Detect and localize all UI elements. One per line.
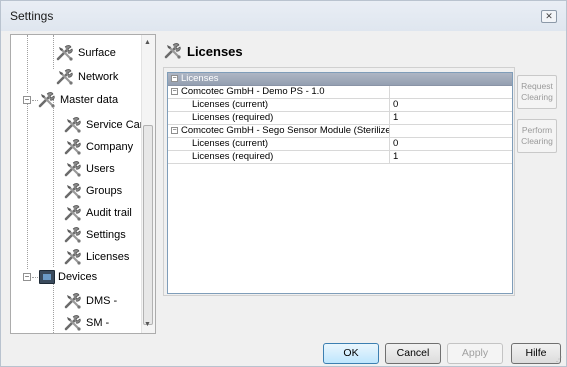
tree-guide-line xyxy=(53,35,54,69)
collapse-devices-icon[interactable]: − xyxy=(23,273,31,281)
tools-icon xyxy=(63,248,83,266)
grid-cell-label: Licenses (current) xyxy=(168,138,390,151)
tree-item-sm[interactable]: SM - xyxy=(63,313,109,333)
grid-cell-value[interactable]: 1 xyxy=(390,112,512,125)
tools-icon xyxy=(63,116,83,134)
grid-cell-value[interactable]: 0 xyxy=(390,138,512,151)
tree-item-service-card[interactable]: Service Card xyxy=(63,115,150,135)
tree-item-label: Master data xyxy=(60,94,119,106)
request-clearing-button[interactable]: Request Clearing xyxy=(517,75,557,109)
licenses-grid[interactable]: − Licenses − Comcotec GmbH - Demo PS - 1.0… xyxy=(167,72,513,294)
tree-scrollbar[interactable]: ▲ ▼ xyxy=(141,35,155,333)
tools-icon xyxy=(55,44,75,62)
tree-item-licenses[interactable]: Licenses xyxy=(63,247,130,267)
grid-row[interactable]: Licenses (current) 0 xyxy=(168,138,512,151)
window-title: Settings xyxy=(10,9,54,23)
tools-icon xyxy=(63,160,83,178)
tools-icon xyxy=(55,68,75,86)
tools-icon xyxy=(63,138,83,156)
ok-button[interactable]: OK xyxy=(323,343,379,364)
tree-item-label: DMS - xyxy=(86,295,118,307)
tools-icon xyxy=(63,226,83,244)
grid-row[interactable]: Licenses (current) 0 xyxy=(168,99,512,112)
tree-item-label: SM - xyxy=(86,317,110,329)
title-bar: Settings ✕ xyxy=(1,1,566,31)
tree-item-label: Audit trail xyxy=(86,207,132,219)
settings-tree[interactable]: Surface Network − Master data Service Ca… xyxy=(10,34,156,334)
tools-icon xyxy=(163,42,183,60)
tools-icon xyxy=(63,204,83,222)
resize-grip-icon[interactable]: ⋰ xyxy=(556,356,564,364)
grid-cell-label: Licenses (current) xyxy=(168,99,390,112)
scroll-down-icon[interactable]: ▼ xyxy=(144,321,151,328)
collapse-icon[interactable]: − xyxy=(171,74,178,82)
tree-item-settings[interactable]: Settings xyxy=(63,225,126,245)
tree-guide-line xyxy=(53,281,54,333)
grid-cell-label: Licenses (required) xyxy=(168,112,390,125)
tree-item-label: Licenses xyxy=(86,251,130,263)
tree-item-label: Devices xyxy=(58,271,98,283)
tree-item-label: Surface xyxy=(78,47,116,59)
apply-button[interactable]: Apply xyxy=(447,343,503,364)
tools-icon xyxy=(37,91,57,109)
collapse-icon[interactable]: − xyxy=(171,126,178,134)
tree-guide-line xyxy=(32,277,38,278)
tree-item-label: Company xyxy=(86,141,134,153)
tools-icon xyxy=(63,314,83,332)
grid-group-label: Comcotec GmbH - Sego Sensor Module (Ster… xyxy=(181,125,389,136)
tools-icon xyxy=(63,182,83,200)
grid-row[interactable]: Licenses (required) 1 xyxy=(168,151,512,164)
close-button[interactable]: ✕ xyxy=(541,10,557,23)
scroll-up-icon[interactable]: ▲ xyxy=(144,39,151,46)
tree-guide-line xyxy=(27,35,28,93)
tree-item-master-data[interactable]: Master data xyxy=(37,90,118,110)
tree-item-dms[interactable]: DMS - xyxy=(63,291,117,311)
grid-group-label: Comcotec GmbH - Demo PS - 1.0 xyxy=(181,86,325,97)
tree-guide-line xyxy=(27,99,28,269)
tree-item-label: Users xyxy=(86,163,115,175)
tree-item-audit-trail[interactable]: Audit trail xyxy=(63,203,132,223)
grid-row[interactable]: Licenses (required) 1 xyxy=(168,112,512,125)
help-button[interactable]: Hilfe xyxy=(511,343,561,364)
tree-item-groups[interactable]: Groups xyxy=(63,181,122,201)
tree-guide-line xyxy=(53,99,54,267)
grid-group-row[interactable]: − Comcotec GmbH - Sego Sensor Module (Ste… xyxy=(168,125,512,138)
tree-item-network[interactable]: Network xyxy=(55,67,118,87)
collapse-master-data-icon[interactable]: − xyxy=(23,96,31,104)
tree-item-label: Groups xyxy=(86,185,123,197)
tree-item-label: Network xyxy=(78,71,119,83)
grid-cell-value xyxy=(390,125,512,138)
grid-header-row: − Licenses xyxy=(168,73,512,86)
collapse-icon[interactable]: − xyxy=(171,87,178,95)
grid-cell-value xyxy=(390,86,512,99)
grid-cell-value[interactable]: 0 xyxy=(390,99,512,112)
grid-group-row[interactable]: − Comcotec GmbH - Demo PS - 1.0 xyxy=(168,86,512,99)
scrollbar-thumb[interactable] xyxy=(143,125,153,325)
tree-item-surface[interactable]: Surface xyxy=(55,43,116,63)
tree-item-devices[interactable]: Devices xyxy=(39,267,97,287)
tree-item-company[interactable]: Company xyxy=(63,137,133,157)
tools-icon xyxy=(63,292,83,310)
panel-header: Licenses xyxy=(163,42,243,60)
monitor-icon xyxy=(39,270,55,284)
tree-item-label: Settings xyxy=(86,229,126,241)
panel-title: Licenses xyxy=(187,43,243,59)
perform-clearing-button[interactable]: Perform Clearing xyxy=(517,119,557,153)
grid-cell-value[interactable]: 1 xyxy=(390,151,512,164)
tree-item-users[interactable]: Users xyxy=(63,159,115,179)
settings-window: Settings ✕ Surface Network − Master data… xyxy=(0,0,567,367)
cancel-button[interactable]: Cancel xyxy=(385,343,441,364)
grid-cell-label: Licenses (required) xyxy=(168,151,390,164)
grid-header-label: Licenses xyxy=(181,73,219,84)
